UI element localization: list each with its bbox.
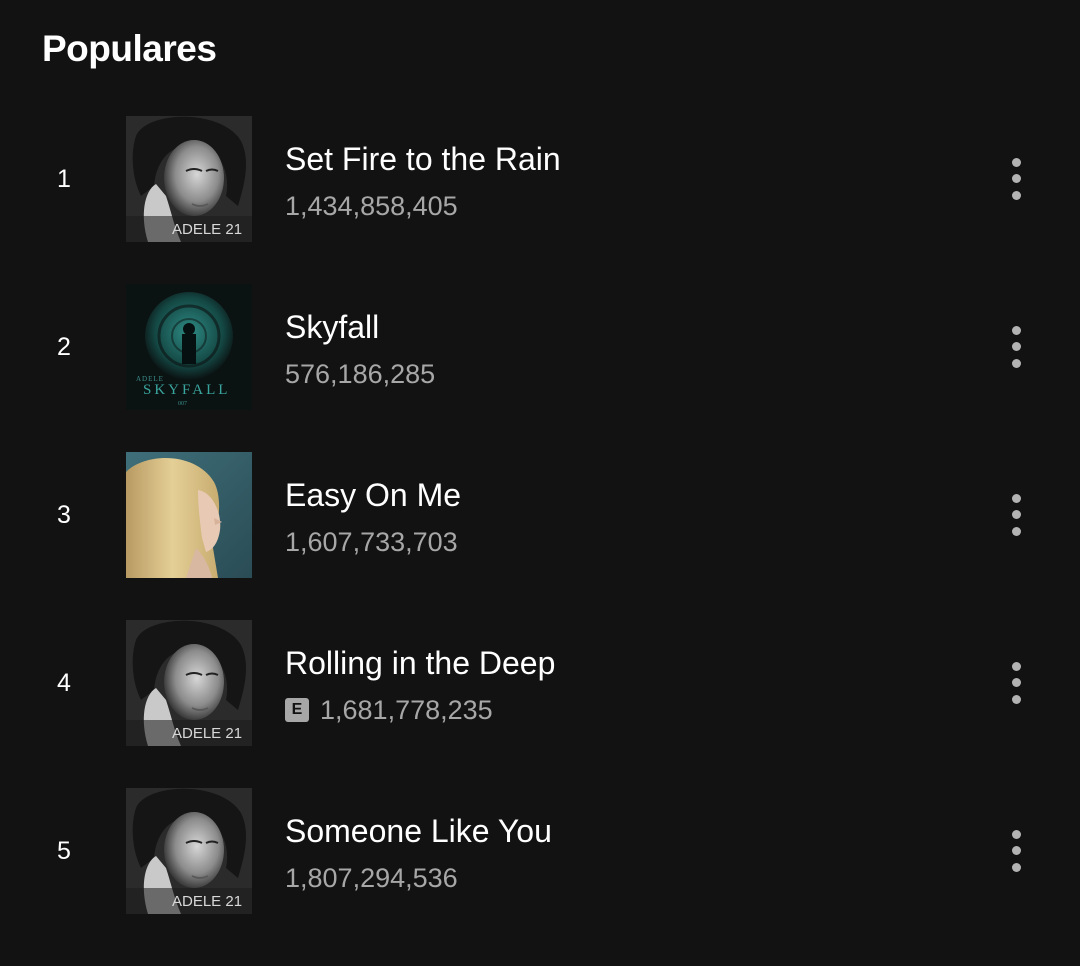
track-rank: 5	[57, 837, 71, 865]
track-row[interactable]: 2 ADELE SKYFALL 007 Skyfall 576,186,285	[0, 284, 1080, 452]
album-cover-skyfall: ADELE SKYFALL 007	[126, 284, 252, 410]
more-options-button[interactable]	[996, 487, 1038, 543]
more-options-button[interactable]	[996, 319, 1038, 375]
track-row[interactable]: 5 ADELE 21 Someone Like You 1,807,294,53…	[0, 788, 1080, 956]
album-cover-title-label: SKYFALL	[143, 382, 230, 398]
album-art-image: ADELE 21	[126, 620, 252, 746]
track-plays-row: 1,434,858,405	[285, 189, 458, 223]
section-title: Populares	[42, 28, 217, 69]
album-art-image	[126, 452, 252, 578]
more-options-button[interactable]	[996, 151, 1038, 207]
track-row[interactable]: 3 Easy On Me 1,607,733,703	[0, 452, 1080, 620]
track-play-count: 576,186,285	[285, 359, 436, 389]
track-play-count: 1,607,733,703	[285, 527, 458, 557]
track-title[interactable]: Easy On Me	[285, 476, 461, 514]
track-rank: 4	[57, 669, 71, 697]
popular-tracks-list: 1 ADELE 21 Set Fire to the Rain 1,434,85…	[0, 116, 1080, 956]
album-cover-adele-21: ADELE 21	[126, 788, 252, 914]
album-cover-label: ADELE 21	[172, 221, 242, 238]
album-cover-sub-label: 007	[178, 401, 187, 407]
track-title[interactable]: Skyfall	[285, 308, 379, 346]
more-vertical-icon	[1012, 494, 1021, 503]
track-plays-row: 1,807,294,536	[285, 861, 458, 895]
album-cover-30	[126, 452, 252, 578]
album-art-image: ADELE SKYFALL 007	[126, 284, 252, 410]
more-vertical-icon	[1012, 830, 1021, 839]
track-plays-row: 1,607,733,703	[285, 525, 458, 559]
album-cover-label: ADELE 21	[172, 893, 242, 910]
track-title[interactable]: Rolling in the Deep	[285, 644, 555, 682]
track-rank: 3	[57, 501, 71, 529]
album-art-image: ADELE 21	[126, 116, 252, 242]
track-rank: 2	[57, 333, 71, 361]
track-title[interactable]: Set Fire to the Rain	[285, 140, 561, 178]
more-vertical-icon	[1012, 326, 1021, 335]
track-play-count: 1,807,294,536	[285, 863, 458, 893]
album-cover-adele-21: ADELE 21	[126, 116, 252, 242]
track-play-count: 1,434,858,405	[285, 191, 458, 221]
more-vertical-icon	[1012, 158, 1021, 167]
more-options-button[interactable]	[996, 823, 1038, 879]
album-cover-adele-21: ADELE 21	[126, 620, 252, 746]
explicit-badge: E	[285, 698, 309, 722]
track-row[interactable]: 1 ADELE 21 Set Fire to the Rain 1,434,85…	[0, 116, 1080, 284]
track-plays-row: 576,186,285	[285, 357, 435, 391]
album-cover-label: ADELE 21	[172, 725, 242, 742]
more-vertical-icon	[1012, 662, 1021, 671]
track-title[interactable]: Someone Like You	[285, 812, 552, 850]
track-rank: 1	[57, 165, 71, 193]
more-options-button[interactable]	[996, 655, 1038, 711]
track-play-count: 1,681,778,235	[320, 695, 493, 725]
album-art-image: ADELE 21	[126, 788, 252, 914]
track-row[interactable]: 4 ADELE 21 Rolling in the Deep E 1,681,7…	[0, 620, 1080, 788]
track-plays-row: E 1,681,778,235	[285, 693, 493, 727]
